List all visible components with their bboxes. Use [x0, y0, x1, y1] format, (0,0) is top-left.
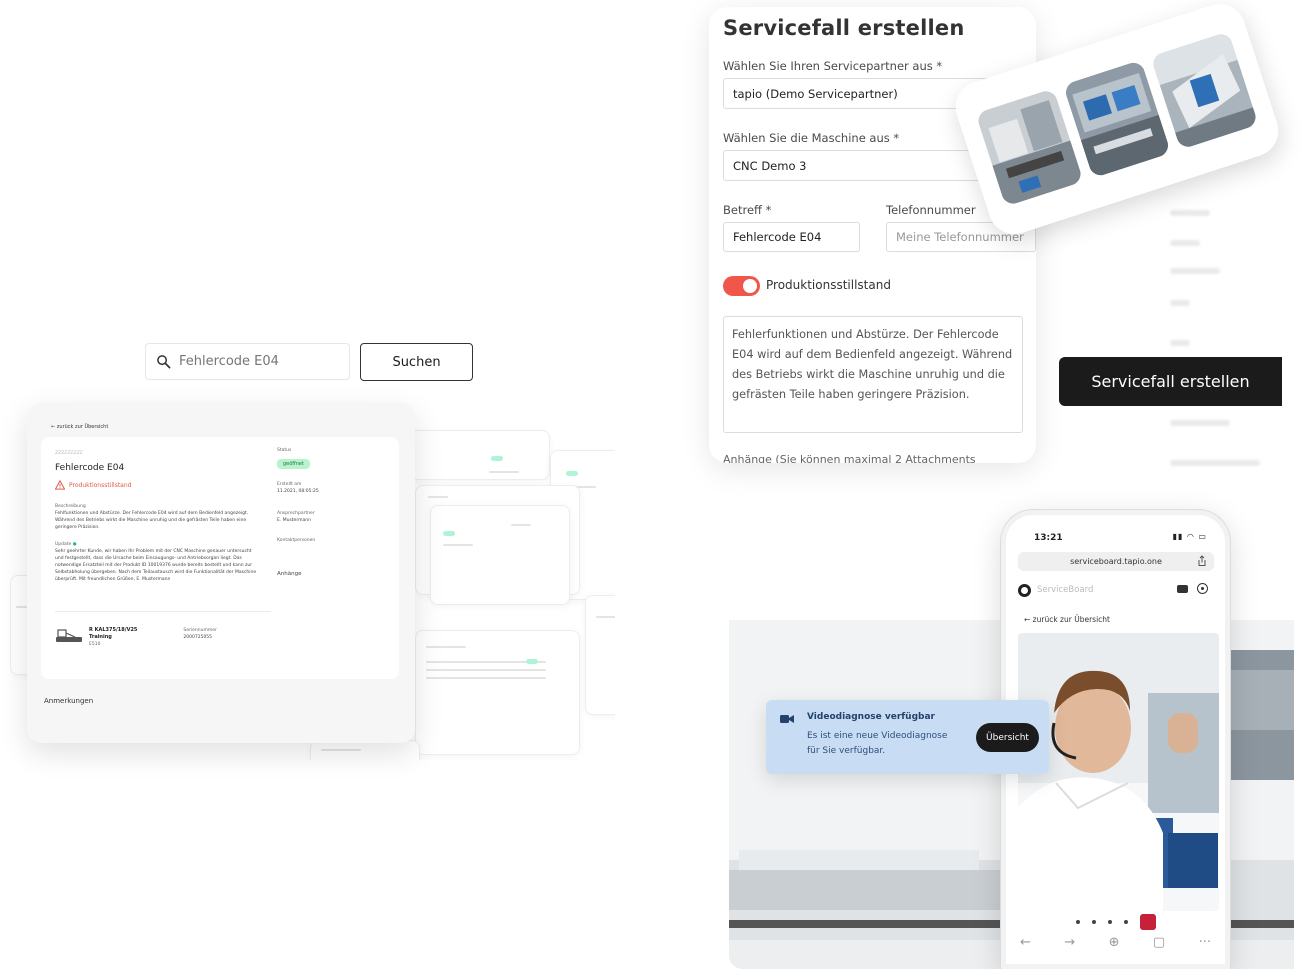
camera-toggle-icon[interactable]	[1091, 920, 1096, 924]
notes-label: Anmerkungen	[44, 697, 94, 705]
status-time: 13:21	[1034, 533, 1063, 543]
app-header: ServiceBoard	[1018, 581, 1214, 599]
search-button[interactable]: Suchen	[360, 343, 473, 381]
assigned-value: E. Mustermann	[277, 518, 311, 523]
assigned-label: Ansprechpartner	[277, 511, 315, 516]
notification-title: Videodiagnose verfügbar	[807, 712, 935, 722]
serviceboard-logo-icon	[1018, 583, 1031, 597]
call-controls	[1006, 913, 1225, 931]
search-icon	[157, 355, 171, 369]
machine-photo	[975, 88, 1084, 207]
production-stop-warning: Produktionsstillstand	[55, 480, 131, 490]
back-arrow-icon[interactable]: ←	[1020, 935, 1031, 950]
partner-label: Wählen Sie Ihren Servicepartner aus *	[723, 59, 943, 73]
record-dot-icon[interactable]	[1123, 920, 1128, 924]
background-list	[1030, 170, 1290, 500]
created-label: Erstellt am	[277, 482, 302, 487]
attachments-label: Anhänge (Sie können maximal 2 Attachment…	[723, 453, 976, 463]
machine-icon	[56, 629, 82, 642]
tabs-icon[interactable]: ▢	[1153, 935, 1165, 950]
new-tab-icon[interactable]: ⊕	[1109, 935, 1120, 950]
url-bar[interactable]: serviceboard.tapio.one	[1018, 552, 1214, 571]
production-stop-label: Produktionsstillstand	[766, 278, 891, 292]
machine-photo	[1150, 31, 1259, 150]
share-icon[interactable]	[1196, 555, 1208, 567]
overview-button[interactable]: Übersicht	[976, 723, 1039, 752]
status-label: Status	[277, 448, 292, 453]
ticket-description: Beschreibung Fehlfunktionen und Abstürze…	[55, 503, 260, 583]
attachments-label: Anhänge	[277, 571, 302, 577]
more-icon[interactable]: ···	[1199, 935, 1211, 950]
search-input[interactable]	[179, 354, 339, 369]
browser-nav: ← → ⊕ ▢ ···	[1020, 935, 1211, 950]
form-title: Servicefall erstellen	[723, 16, 965, 40]
subject-label: Betreff *	[723, 203, 772, 217]
phone-label: Telefonnummer	[886, 203, 976, 217]
mic-icon[interactable]	[1075, 920, 1080, 924]
status-badge: geöffnet	[277, 459, 310, 469]
divider	[55, 611, 271, 612]
phone-back-link[interactable]: ← zurück zur Übersicht	[1024, 615, 1110, 624]
app-name: ServiceBoard	[1037, 585, 1094, 595]
subject-input[interactable]: Fehlercode E04	[723, 222, 860, 252]
update-label: Update ●	[55, 542, 77, 547]
service-case-form: Servicefall erstellen Wählen Sie Ihren S…	[709, 7, 1036, 463]
create-service-case-button[interactable]: Servicefall erstellen	[1059, 357, 1282, 406]
created-value: 11.2021, 08:05:25	[277, 489, 319, 494]
production-stop-toggle[interactable]	[723, 276, 760, 296]
machine-label: Wählen Sie die Maschine aus *	[723, 131, 900, 145]
status-icons: ▮▮ ◠ ▭	[1172, 532, 1207, 541]
contacts-label: Kontaktpersonen	[277, 538, 316, 543]
warning-icon	[55, 480, 65, 490]
speaker-icon[interactable]	[1107, 920, 1112, 924]
description-textarea[interactable]: Fehlerfunktionen und Abstürze. Der Fehle…	[723, 316, 1023, 433]
ticket-detail-card: ← zurück zur Übersicht ZZZZZZZZZ Fehlerc…	[27, 403, 415, 743]
notification-text: Es ist eine neue Videodiagnose für Sie v…	[807, 731, 948, 756]
update-text: Sehr geehrter Kunde, wir haben Ihr Probl…	[55, 549, 257, 582]
forward-arrow-icon[interactable]: →	[1064, 935, 1075, 950]
ticket-meta: ZZZZZZZZZ	[55, 451, 83, 456]
machine-row: R KAL375/18/V25 Training E510 Seriennumm…	[55, 627, 217, 648]
ticket-title: Fehlercode E04	[55, 463, 125, 473]
machine-photo	[1062, 59, 1172, 179]
home-indicator	[1078, 964, 1154, 968]
video-call-view	[1018, 633, 1219, 911]
back-link[interactable]: ← zurück zur Übersicht	[51, 424, 108, 430]
ticket-detail-panel: ZZZZZZZZZ Fehlercode E04 Produktionsstil…	[41, 437, 399, 679]
camera-icon[interactable]	[1177, 585, 1188, 593]
video-camera-icon	[780, 715, 794, 723]
video-diagnosis-notification: Videodiagnose verfügbar Es ist eine neue…	[766, 700, 1049, 774]
record-icon[interactable]	[1197, 583, 1208, 594]
end-call-button[interactable]	[1139, 914, 1156, 930]
search-field[interactable]	[145, 343, 350, 380]
